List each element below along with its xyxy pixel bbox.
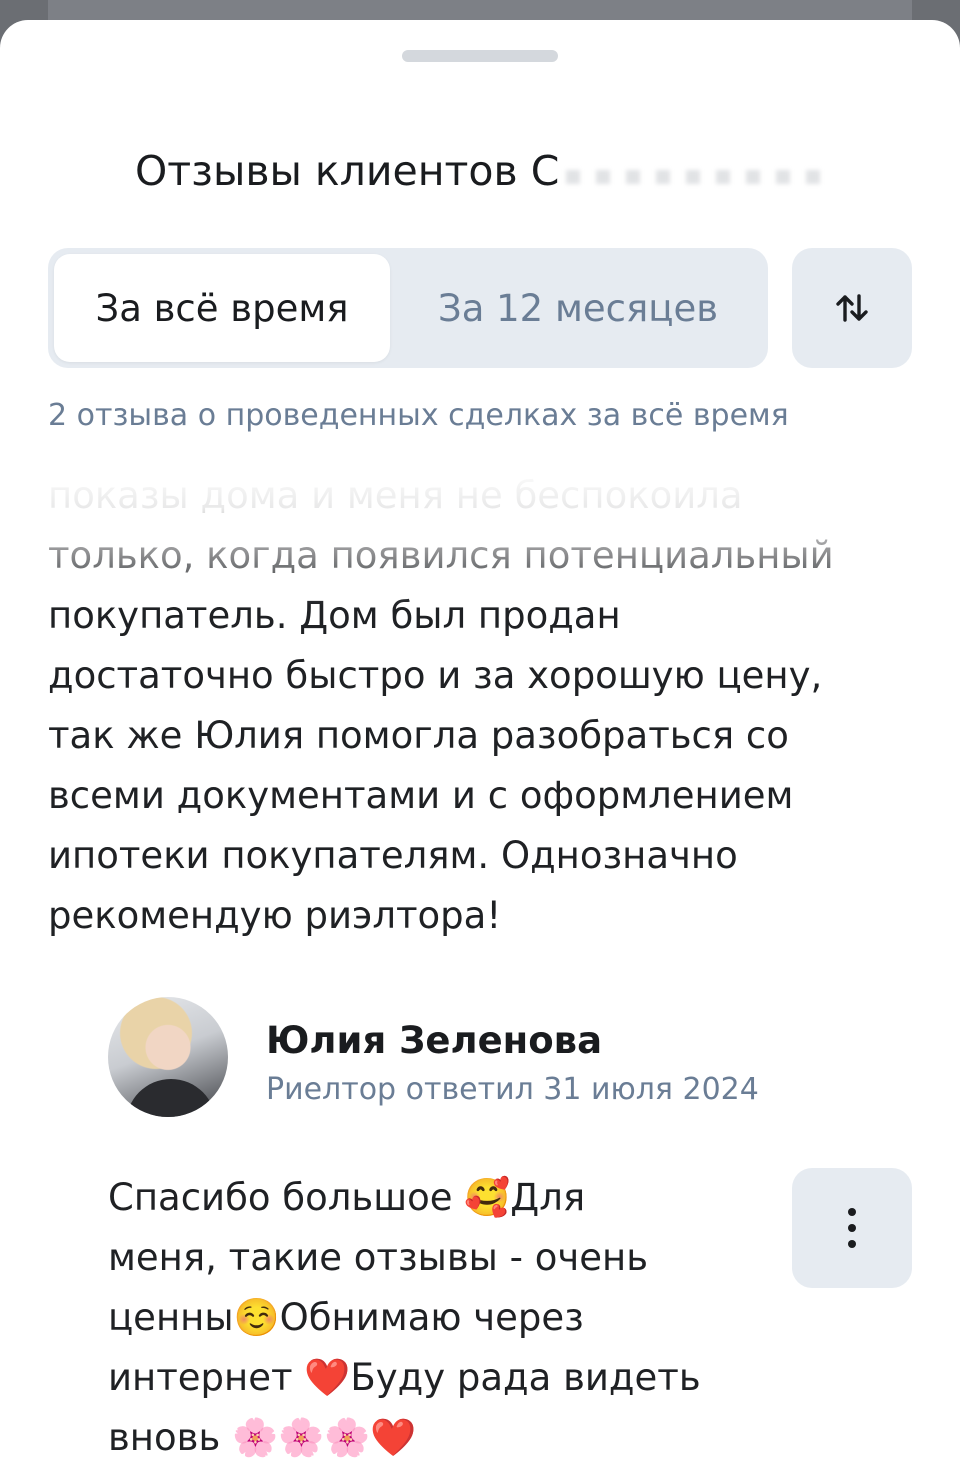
- review-line: покупатель. Дом был продан: [48, 594, 621, 637]
- reviews-bottom-sheet: Отзывы клиентов С За всё время За 12 мес…: [0, 20, 960, 1482]
- sheet-title: Отзывы клиентов С: [135, 147, 560, 195]
- reviews-summary: 2 отзыва о проведенных сделках за всё вр…: [48, 398, 789, 433]
- review-line: показы дома и меня не беспокоила: [48, 474, 743, 517]
- review-line: достаточно быстро и за хорошую цену,: [48, 654, 823, 697]
- tab-12-months[interactable]: За 12 месяцев: [394, 254, 762, 362]
- review-line: рекомендую риэлтора!: [48, 894, 502, 937]
- review-line: так же Юлия помогла разобраться со: [48, 714, 789, 757]
- title-redaction-blur-marks: [566, 170, 824, 184]
- reply-body: Спасибо большое 🥰Для меня, такие отзывы …: [108, 1168, 788, 1468]
- realtor-avatar[interactable]: [108, 997, 228, 1117]
- more-options-button[interactable]: [792, 1168, 912, 1288]
- reply-line: меня, такие отзывы - очень: [108, 1236, 649, 1279]
- realtor-name[interactable]: Юлия Зеленова: [266, 1018, 602, 1064]
- sort-button[interactable]: [792, 248, 912, 368]
- tab-all-time[interactable]: За всё время: [54, 254, 390, 362]
- reply-line: интернет ❤️Буду рада видеть: [108, 1356, 701, 1399]
- period-segmented-control: За всё время За 12 месяцев: [48, 248, 768, 368]
- reply-line: вновь 🌸🌸🌸❤️: [108, 1416, 417, 1459]
- reply-line: Спасибо большое 🥰Для: [108, 1176, 586, 1219]
- reply-date: Риелтор ответил 31 июля 2024: [266, 1072, 759, 1107]
- review-line: только, когда появился потенциальный: [48, 534, 834, 577]
- more-vertical-icon: [848, 1204, 856, 1252]
- review-body: показы дома и меня не беспокоила только,…: [48, 466, 910, 946]
- sheet-drag-handle[interactable]: [402, 50, 558, 62]
- review-line: всеми документами и с оформлением: [48, 774, 794, 817]
- sort-arrows-icon: [836, 294, 868, 322]
- review-line: ипотеки покупателям. Однозначно: [48, 834, 738, 877]
- avatar-body: [126, 1079, 216, 1117]
- reply-line: ценны☺️Обнимаю через: [108, 1296, 584, 1339]
